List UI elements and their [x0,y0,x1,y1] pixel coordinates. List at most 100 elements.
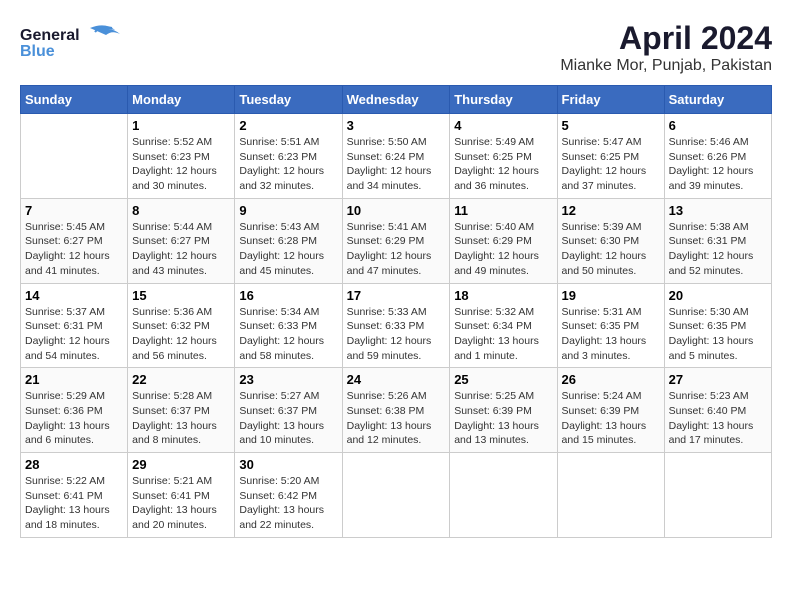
title-area: April 2024 Mianke Mor, Punjab, Pakistan [560,20,772,75]
calendar-cell: 8 Sunrise: 5:44 AMSunset: 6:27 PMDaylight… [128,198,235,283]
svg-text:Blue: Blue [20,43,55,60]
day-info: Sunrise: 5:50 AMSunset: 6:24 PMDaylight:… [347,135,446,194]
day-info: Sunrise: 5:36 AMSunset: 6:32 PMDaylight:… [132,305,230,364]
day-info: Sunrise: 5:51 AMSunset: 6:23 PMDaylight:… [239,135,337,194]
day-info: Sunrise: 5:34 AMSunset: 6:33 PMDaylight:… [239,305,337,364]
day-number: 3 [347,118,446,133]
day-number: 11 [454,203,552,218]
day-number: 17 [347,288,446,303]
week-row-5: 28 Sunrise: 5:22 AMSunset: 6:41 PMDayligh… [21,453,772,538]
calendar-cell: 20Sunrise: 5:30 AMSunset: 6:35 PMDayligh… [664,283,771,368]
calendar-cell: 13 Sunrise: 5:38 AMSunset: 6:31 PMDayligh… [664,198,771,283]
day-info: Sunrise: 5:22 AMSunset: 6:41 PMDaylight:… [25,474,123,533]
week-row-4: 21 Sunrise: 5:29 AMSunset: 6:36 PMDayligh… [21,368,772,453]
calendar-header-row: SundayMondayTuesdayWednesdayThursdayFrid… [21,86,772,114]
calendar-col-thursday: Thursday [450,86,557,114]
calendar-cell: 4 Sunrise: 5:49 AMSunset: 6:25 PMDaylight… [450,114,557,199]
day-number: 2 [239,118,337,133]
calendar-col-saturday: Saturday [664,86,771,114]
day-number: 8 [132,203,230,218]
calendar-cell: 9 Sunrise: 5:43 AMSunset: 6:28 PMDaylight… [235,198,342,283]
day-info: Sunrise: 5:24 AMSunset: 6:39 PMDaylight:… [562,389,660,448]
day-number: 29 [132,457,230,472]
calendar-cell: 3 Sunrise: 5:50 AMSunset: 6:24 PMDaylight… [342,114,450,199]
calendar-cell: 11 Sunrise: 5:40 AMSunset: 6:29 PMDayligh… [450,198,557,283]
day-number: 18 [454,288,552,303]
calendar-cell: 10 Sunrise: 5:41 AMSunset: 6:29 PMDayligh… [342,198,450,283]
day-info: Sunrise: 5:49 AMSunset: 6:25 PMDaylight:… [454,135,552,194]
calendar-cell: 7 Sunrise: 5:45 AMSunset: 6:27 PMDaylight… [21,198,128,283]
svg-text:General: General [20,27,80,44]
calendar-col-wednesday: Wednesday [342,86,450,114]
day-info: Sunrise: 5:38 AMSunset: 6:31 PMDaylight:… [669,220,767,279]
calendar-cell: 5 Sunrise: 5:47 AMSunset: 6:25 PMDaylight… [557,114,664,199]
day-number: 10 [347,203,446,218]
main-title: April 2024 [560,20,772,57]
day-info: Sunrise: 5:28 AMSunset: 6:37 PMDaylight:… [132,389,230,448]
calendar-table: SundayMondayTuesdayWednesdayThursdayFrid… [20,85,772,538]
day-info: Sunrise: 5:31 AMSunset: 6:35 PMDaylight:… [562,305,660,364]
day-info: Sunrise: 5:52 AMSunset: 6:23 PMDaylight:… [132,135,230,194]
calendar-cell: 23 Sunrise: 5:27 AMSunset: 6:37 PMDayligh… [235,368,342,453]
calendar-cell: 1 Sunrise: 5:52 AMSunset: 6:23 PMDaylight… [128,114,235,199]
day-info: Sunrise: 5:39 AMSunset: 6:30 PMDaylight:… [562,220,660,279]
day-number: 9 [239,203,337,218]
day-info: Sunrise: 5:45 AMSunset: 6:27 PMDaylight:… [25,220,123,279]
day-number: 25 [454,372,552,387]
day-number: 12 [562,203,660,218]
day-number: 1 [132,118,230,133]
day-info: Sunrise: 5:47 AMSunset: 6:25 PMDaylight:… [562,135,660,194]
calendar-cell: 25 Sunrise: 5:25 AMSunset: 6:39 PMDayligh… [450,368,557,453]
calendar-cell: 14Sunrise: 5:37 AMSunset: 6:31 PMDayligh… [21,283,128,368]
week-row-1: 1 Sunrise: 5:52 AMSunset: 6:23 PMDaylight… [21,114,772,199]
day-number: 21 [25,372,123,387]
calendar-col-friday: Friday [557,86,664,114]
calendar-cell: 30Sunrise: 5:20 AMSunset: 6:42 PMDayligh… [235,453,342,538]
page-header: General Blue April 2024 Mianke Mor, Punj… [20,20,772,75]
day-number: 24 [347,372,446,387]
day-info: Sunrise: 5:21 AMSunset: 6:41 PMDaylight:… [132,474,230,533]
calendar-cell: 26Sunrise: 5:24 AMSunset: 6:39 PMDayligh… [557,368,664,453]
calendar-cell: 2 Sunrise: 5:51 AMSunset: 6:23 PMDaylight… [235,114,342,199]
day-number: 28 [25,457,123,472]
day-number: 16 [239,288,337,303]
day-info: Sunrise: 5:33 AMSunset: 6:33 PMDaylight:… [347,305,446,364]
calendar-cell [664,453,771,538]
calendar-col-sunday: Sunday [21,86,128,114]
day-number: 23 [239,372,337,387]
day-info: Sunrise: 5:30 AMSunset: 6:35 PMDaylight:… [669,305,767,364]
day-info: Sunrise: 5:29 AMSunset: 6:36 PMDaylight:… [25,389,123,448]
subtitle: Mianke Mor, Punjab, Pakistan [560,57,772,75]
calendar-cell [557,453,664,538]
calendar-cell: 22 Sunrise: 5:28 AMSunset: 6:37 PMDayligh… [128,368,235,453]
day-info: Sunrise: 5:43 AMSunset: 6:28 PMDaylight:… [239,220,337,279]
day-info: Sunrise: 5:41 AMSunset: 6:29 PMDaylight:… [347,220,446,279]
day-info: Sunrise: 5:44 AMSunset: 6:27 PMDaylight:… [132,220,230,279]
calendar-cell: 12 Sunrise: 5:39 AMSunset: 6:30 PMDayligh… [557,198,664,283]
calendar-col-monday: Monday [128,86,235,114]
day-number: 4 [454,118,552,133]
day-number: 22 [132,372,230,387]
day-info: Sunrise: 5:40 AMSunset: 6:29 PMDaylight:… [454,220,552,279]
calendar-cell: 17 Sunrise: 5:33 AMSunset: 6:33 PMDayligh… [342,283,450,368]
day-number: 5 [562,118,660,133]
day-number: 19 [562,288,660,303]
calendar-cell: 21 Sunrise: 5:29 AMSunset: 6:36 PMDayligh… [21,368,128,453]
calendar-cell: 16 Sunrise: 5:34 AMSunset: 6:33 PMDayligh… [235,283,342,368]
day-info: Sunrise: 5:37 AMSunset: 6:31 PMDaylight:… [25,305,123,364]
calendar-cell [21,114,128,199]
calendar-cell: 6Sunrise: 5:46 AMSunset: 6:26 PMDaylight… [664,114,771,199]
day-info: Sunrise: 5:23 AMSunset: 6:40 PMDaylight:… [669,389,767,448]
calendar-cell: 29 Sunrise: 5:21 AMSunset: 6:41 PMDayligh… [128,453,235,538]
day-number: 7 [25,203,123,218]
day-info: Sunrise: 5:25 AMSunset: 6:39 PMDaylight:… [454,389,552,448]
calendar-cell: 19 Sunrise: 5:31 AMSunset: 6:35 PMDayligh… [557,283,664,368]
calendar-cell [450,453,557,538]
calendar-cell: 15 Sunrise: 5:36 AMSunset: 6:32 PMDayligh… [128,283,235,368]
day-info: Sunrise: 5:27 AMSunset: 6:37 PMDaylight:… [239,389,337,448]
day-number: 13 [669,203,767,218]
day-info: Sunrise: 5:46 AMSunset: 6:26 PMDaylight:… [669,135,767,194]
logo: General Blue [20,20,140,65]
day-number: 15 [132,288,230,303]
week-row-2: 7 Sunrise: 5:45 AMSunset: 6:27 PMDaylight… [21,198,772,283]
